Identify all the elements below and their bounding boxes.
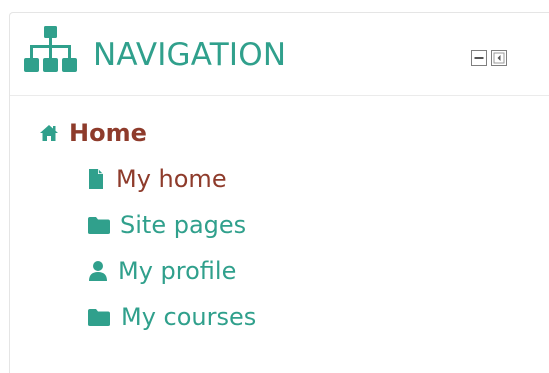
home-icon	[40, 125, 58, 141]
navigation-block: NAVIGATION Home My home Site pages My pr…	[9, 12, 549, 373]
nav-item-label: My courses	[121, 303, 257, 331]
nav-item-site-pages[interactable]: Site pages	[87, 210, 246, 240]
nav-item-label: My profile	[118, 257, 237, 285]
file-icon	[89, 169, 103, 189]
navigation-tree: Home My home Site pages My profile My co…	[10, 13, 549, 373]
nav-item-label: My home	[116, 165, 227, 193]
nav-item-label: Site pages	[120, 211, 247, 239]
nav-item-my-courses[interactable]: My courses	[87, 302, 256, 332]
nav-item-home[interactable]: Home	[39, 118, 147, 148]
nav-item-label: Home	[69, 119, 147, 147]
folder-icon	[88, 216, 110, 234]
nav-item-my-profile[interactable]: My profile	[88, 256, 236, 286]
nav-item-my-home[interactable]: My home	[88, 164, 227, 194]
folder-icon	[88, 308, 110, 326]
user-icon	[89, 261, 107, 281]
